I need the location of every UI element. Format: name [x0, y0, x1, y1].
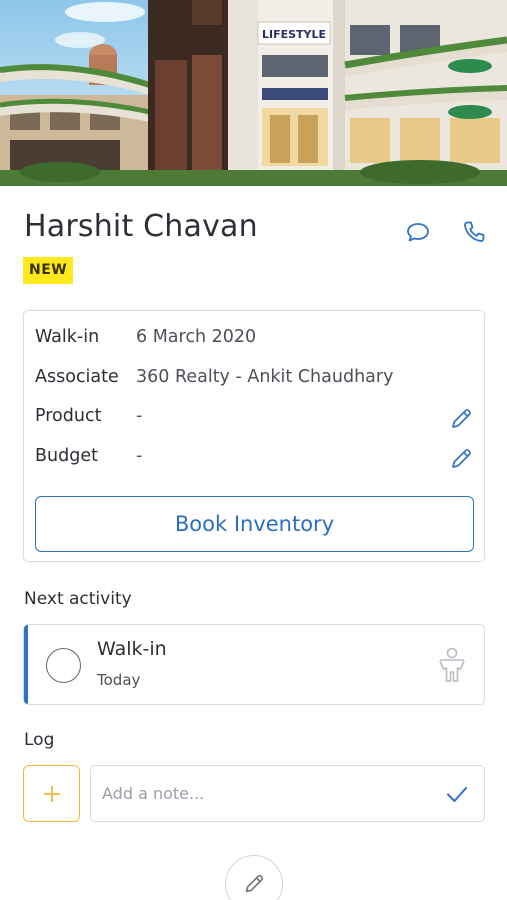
next-activity-card[interactable]: Walk-in Today	[23, 624, 485, 705]
detail-value: -	[136, 406, 143, 426]
detail-label: Budget	[35, 446, 98, 466]
note-box	[90, 765, 485, 822]
detail-value: -	[136, 446, 143, 466]
next-activity-heading: Next activity	[24, 589, 132, 609]
chat-bubble-icon[interactable]	[404, 218, 432, 246]
log-heading: Log	[24, 730, 55, 750]
lead-name: Harshit Chavan	[24, 209, 258, 244]
hero-image: LIFESTYLE	[0, 0, 507, 186]
submit-note-check-icon[interactable]	[445, 783, 469, 805]
activity-title: Walk-in	[97, 638, 167, 660]
detail-value: 6 March 2020	[136, 327, 257, 347]
edit-budget-pencil-icon[interactable]	[448, 446, 474, 472]
plus-icon	[43, 785, 60, 802]
edit-product-pencil-icon[interactable]	[448, 406, 474, 432]
detail-row-walk-in: Walk-in 6 March 2020	[35, 324, 475, 350]
add-note-input[interactable]	[102, 766, 432, 821]
phone-icon[interactable]	[460, 218, 488, 246]
activity-complete-radio[interactable]	[46, 648, 81, 683]
add-log-button[interactable]	[23, 765, 80, 822]
activity-due: Today	[97, 671, 141, 689]
status-badge: NEW	[23, 257, 74, 284]
pencil-icon	[245, 874, 264, 893]
detail-label: Walk-in	[35, 327, 100, 347]
detail-label: Associate	[35, 367, 119, 387]
activity-accent-bar	[24, 625, 28, 704]
detail-value: 360 Realty - Ankit Chaudhary	[136, 367, 394, 387]
detail-row-budget: Budget -	[35, 443, 475, 469]
lead-details-card: Walk-in 6 March 2020 Associate 360 Realt…	[23, 310, 485, 562]
detail-row-product: Product -	[35, 403, 475, 429]
book-inventory-button[interactable]: Book Inventory	[35, 496, 474, 552]
person-walk-in-icon	[436, 647, 468, 683]
detail-row-associate: Associate 360 Realty - Ankit Chaudhary	[35, 364, 475, 390]
building-illustration: LIFESTYLE	[0, 0, 507, 186]
shop-sign-lifestyle: LIFESTYLE	[262, 28, 326, 41]
detail-label: Product	[35, 406, 102, 426]
edit-lead-fab[interactable]	[225, 855, 283, 900]
